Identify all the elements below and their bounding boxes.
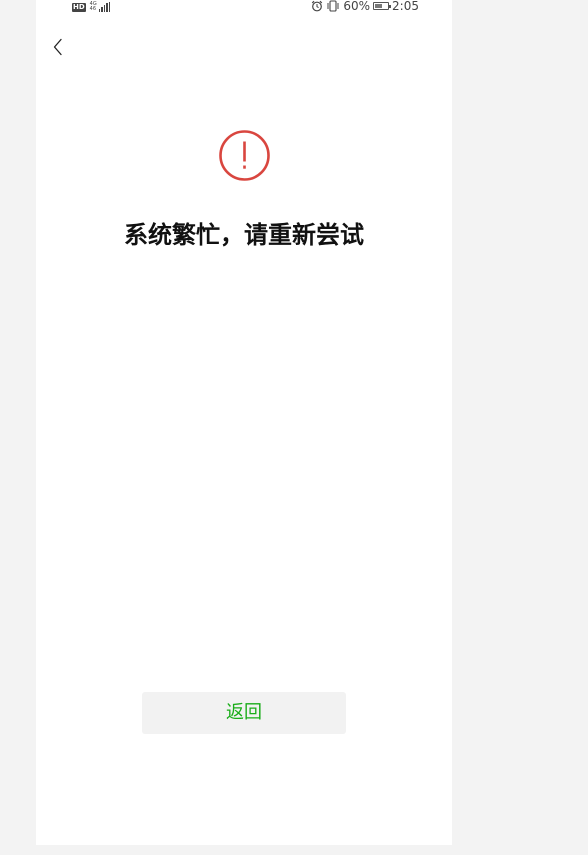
status-time: 2:05 [392, 0, 419, 13]
alarm-icon [312, 0, 323, 12]
chevron-left-icon [53, 38, 62, 56]
battery-icon [373, 2, 392, 10]
signal-icon [98, 2, 111, 12]
status-left: HD 4G 46 [72, 0, 111, 12]
battery-level-fill [375, 4, 383, 8]
hd-icon: HD [72, 3, 86, 12]
return-button[interactable]: 返回 [142, 692, 346, 734]
back-button[interactable] [48, 35, 72, 59]
app-screen: HD 4G 46 60% 2:05 系统繁忙，请重新尝试 返回 [36, 0, 452, 845]
page-title: 系统繁忙，请重新尝试 [124, 221, 364, 249]
vibrate-icon [327, 0, 339, 12]
status-right: 60% 2:05 [311, 0, 419, 13]
network-4g-icon: 4G 46 [90, 2, 97, 12]
warning-circle-icon [219, 130, 270, 181]
network-label-bottom: 46 [89, 6, 97, 12]
status-bar: HD 4G 46 60% 2:05 [36, 0, 452, 14]
battery-percent: 60% [343, 0, 371, 13]
